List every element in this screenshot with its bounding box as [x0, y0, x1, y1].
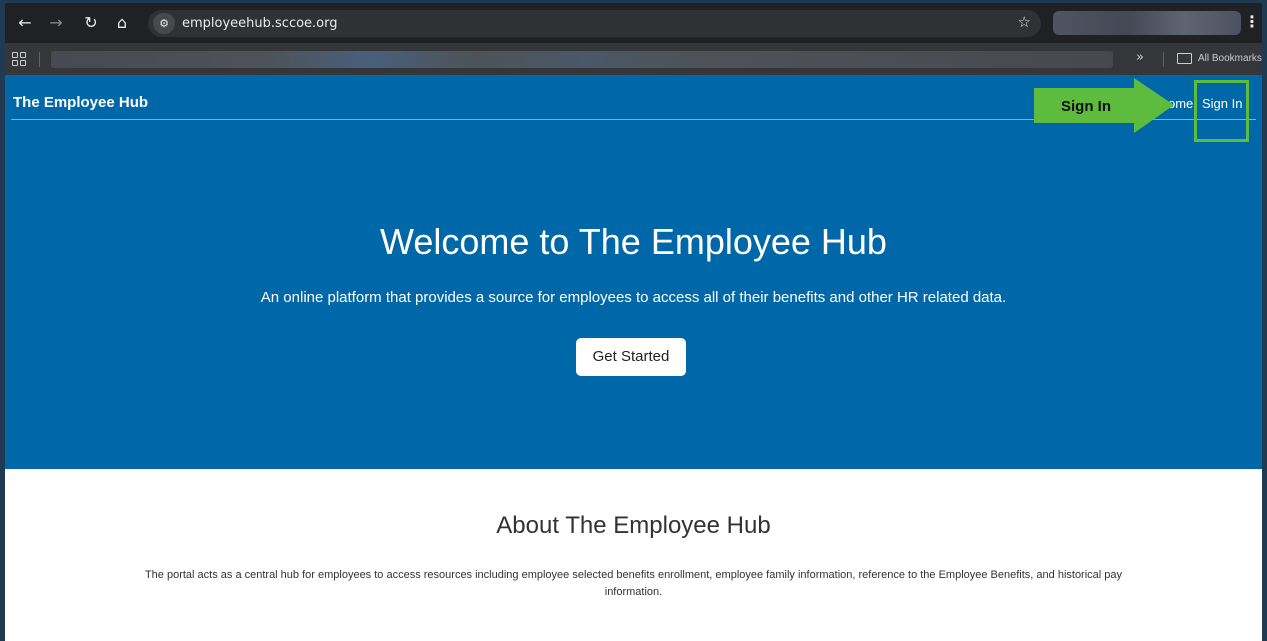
- hero-title: Welcome to The Employee Hub: [380, 221, 887, 262]
- address-bar[interactable]: ⚙ employeehub.sccoe.org ☆: [148, 10, 1041, 37]
- browser-menu-icon[interactable]: ⋮: [1244, 12, 1260, 31]
- url-text: employeehub.sccoe.org: [182, 16, 338, 31]
- about-section: About The Employee Hub The portal acts a…: [5, 469, 1262, 641]
- bookmark-items-redacted[interactable]: [51, 51, 1113, 68]
- forward-icon[interactable]: →: [46, 13, 66, 33]
- annotation-highlight-box: [1194, 80, 1249, 142]
- about-title: About The Employee Hub: [496, 512, 771, 539]
- bookmark-star-icon[interactable]: ☆: [1018, 13, 1031, 31]
- bookmarks-bar: » All Bookmarks: [5, 43, 1262, 75]
- folder-icon[interactable]: [1177, 53, 1192, 64]
- reload-icon[interactable]: ↻: [81, 13, 101, 33]
- divider: [39, 52, 40, 67]
- more-bookmarks-icon[interactable]: »: [1136, 50, 1144, 65]
- web-page: The Employee Hub ome Sign In Welcome to …: [5, 75, 1262, 641]
- site-info-icon[interactable]: ⚙: [153, 13, 175, 34]
- annotation-arrow: Sign In: [1034, 78, 1174, 133]
- browser-toolbar: ← → ↻ ⌂ ⚙ employeehub.sccoe.org ☆ ⋮: [5, 3, 1262, 43]
- annotation-label: Sign In: [1061, 98, 1111, 115]
- back-icon[interactable]: ←: [15, 13, 35, 33]
- hero-subtitle: An online platform that provides a sourc…: [260, 289, 1007, 306]
- hero-section: Welcome to The Employee Hub An online pl…: [5, 121, 1262, 469]
- get-started-button[interactable]: Get Started: [576, 338, 686, 376]
- all-bookmarks-link[interactable]: All Bookmarks: [1198, 53, 1262, 64]
- home-icon[interactable]: ⌂: [112, 13, 132, 33]
- profile-button[interactable]: [1053, 11, 1241, 35]
- about-text: The portal acts as a central hub for emp…: [144, 569, 1123, 598]
- screenshot-frame: ← → ↻ ⌂ ⚙ employeehub.sccoe.org ☆ ⋮ » Al…: [0, 0, 1267, 641]
- site-brand[interactable]: The Employee Hub: [13, 94, 148, 111]
- divider: [1163, 52, 1164, 67]
- apps-grid-icon[interactable]: [12, 52, 26, 66]
